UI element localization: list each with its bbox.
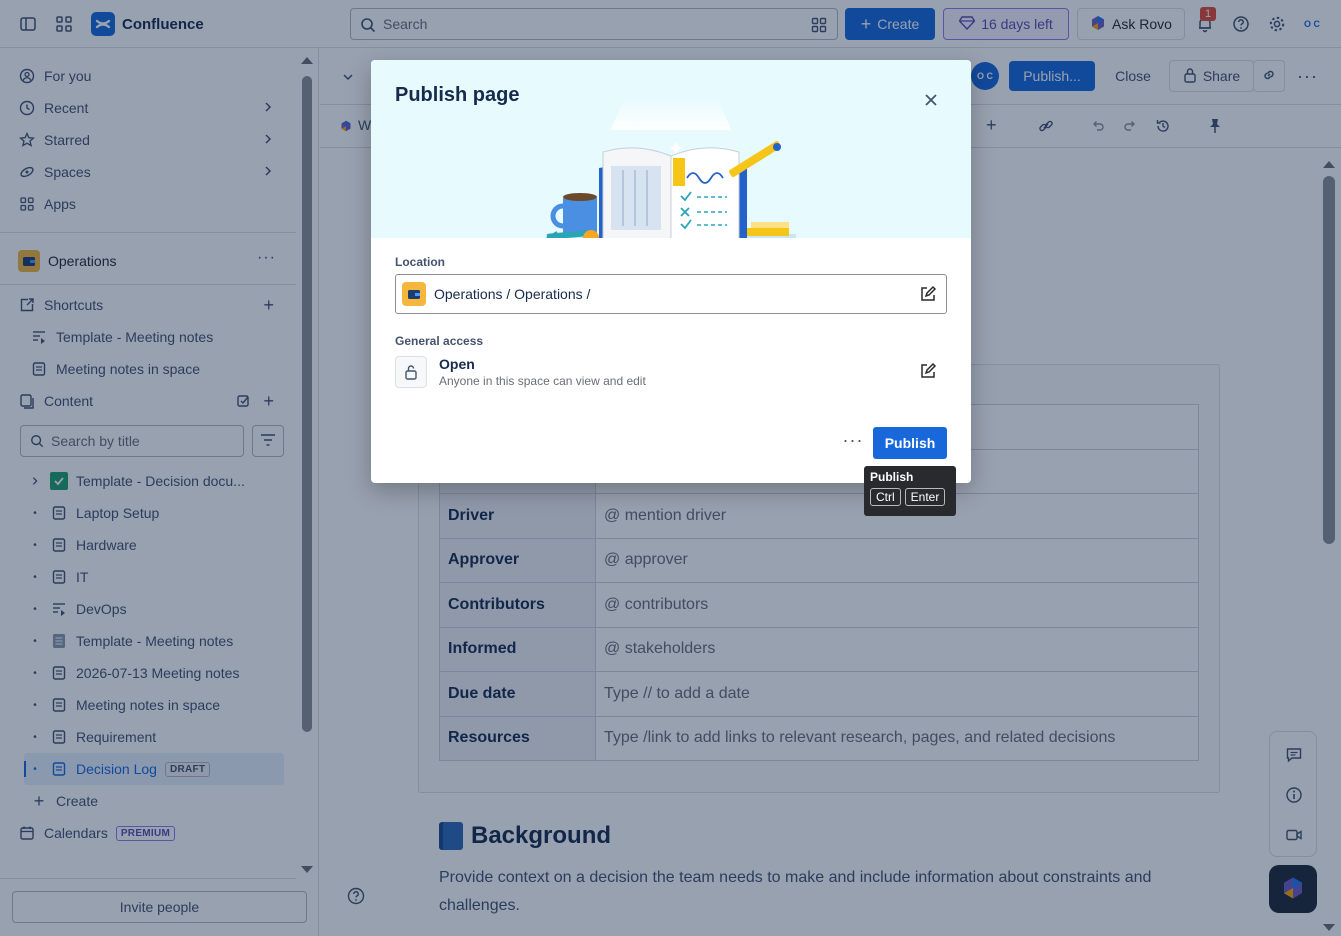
unlock-icon: [395, 356, 427, 388]
edit-access-icon[interactable]: [919, 362, 937, 383]
publish-page-dialog: Publish page Location Operations / Opera…: [371, 60, 971, 483]
general-access-row: Open Anyone in this space can view and e…: [395, 356, 947, 390]
keyboard-shortcut: Ctrl Enter: [870, 488, 950, 506]
access-description: Anyone in this space can view and edit: [439, 374, 646, 388]
location-field[interactable]: Operations / Operations /: [395, 274, 947, 314]
edit-icon[interactable]: [919, 285, 937, 306]
access-title: Open: [439, 356, 475, 372]
location-label: Location: [395, 255, 445, 269]
tooltip-title: Publish: [870, 470, 914, 484]
close-icon[interactable]: [919, 88, 943, 112]
space-avatar-icon: [402, 282, 426, 306]
general-access-label: General access: [395, 334, 484, 348]
publish-tooltip: Publish Ctrl Enter: [864, 466, 956, 516]
key-ctrl: Ctrl: [870, 488, 901, 506]
dialog-title: Publish page: [395, 84, 520, 106]
publish-button[interactable]: Publish: [873, 427, 947, 459]
location-value: Operations / Operations /: [434, 286, 591, 302]
more-options-icon[interactable]: ···: [841, 428, 865, 452]
key-enter: Enter: [904, 488, 946, 506]
